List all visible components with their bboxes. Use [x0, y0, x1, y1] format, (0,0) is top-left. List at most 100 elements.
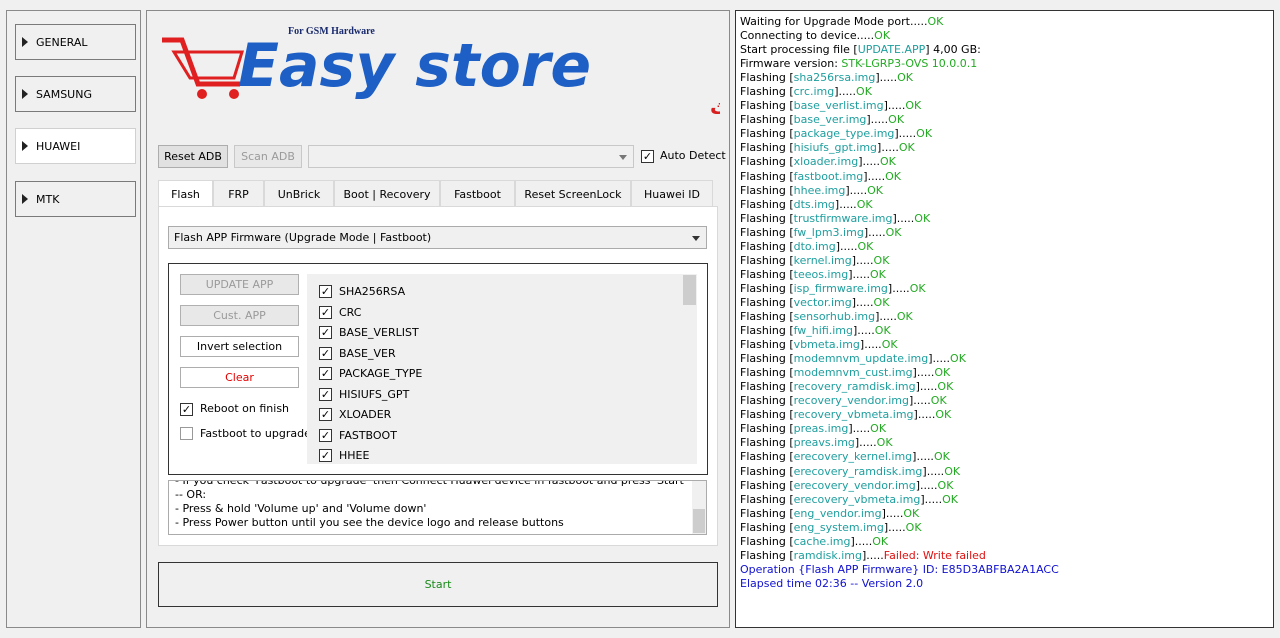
partition-label: BASE_VER	[339, 346, 396, 360]
nav-item-label: SAMSUNG	[36, 87, 92, 101]
log-line: Flashing [trustfirmware.img].....OK	[740, 211, 931, 225]
partition-label: HISIUFS_GPT	[339, 387, 410, 401]
checkmark-icon: ✓	[642, 150, 653, 163]
partition-item[interactable]: ✓ PACKAGE_TYPE	[319, 364, 422, 382]
tab-bar: Flash FRP UnBrick Boot | Recovery Fastbo…	[158, 180, 718, 208]
expand-arrow-icon	[22, 89, 28, 99]
log-line: Operation {Flash APP Firmware} ID: E85D3…	[740, 562, 1059, 576]
nav-item-label: MTK	[36, 192, 60, 206]
partition-checkbox[interactable]: ✓	[319, 387, 332, 401]
partition-item[interactable]: ✓ HISIUFS_GPT	[319, 385, 409, 403]
auto-detect-label: Auto Detect	[660, 149, 726, 162]
log-line: Flashing [modemnvm_cust.img].....OK	[740, 366, 951, 380]
log-line: Flashing [preas.img].....OK	[740, 422, 887, 436]
log-line: Flashing [recovery_vbmeta.img].....OK	[740, 408, 952, 422]
invert-selection-button[interactable]: Invert selection	[180, 336, 299, 357]
nav-item-label: HUAWEI	[36, 139, 81, 153]
tab-boot-recovery[interactable]: Boot | Recovery	[334, 180, 440, 207]
app-window: GENERAL SAMSUNG HUAWEI MTK For GSM Hardw…	[0, 0, 1280, 638]
partition-item[interactable]: ✓ XLOADER	[319, 405, 391, 423]
log-line: Flashing [base_ver.img].....OK	[740, 113, 905, 127]
port-select[interactable]	[308, 145, 634, 168]
tab-reset-screenlock[interactable]: Reset ScreenLock	[515, 180, 631, 207]
log-line: Flashing [cache.img].....OK	[740, 534, 889, 548]
cust-app-button[interactable]: Cust. APP	[180, 305, 299, 326]
log-line: Flashing [vbmeta.img].....OK	[740, 338, 898, 352]
log-line: Flashing [sensorhub.img].....OK	[740, 309, 913, 323]
instruction-line: - Press & hold 'Volume up' and 'Volume d…	[175, 502, 427, 515]
log-line: Flashing [teeos.img].....OK	[740, 267, 886, 281]
log-line: Flashing [fw_lpm3.img].....OK	[740, 225, 902, 239]
partition-checkbox[interactable]: ✓	[319, 284, 332, 298]
log-line: Flashing [eng_vendor.img].....OK	[740, 506, 920, 520]
reboot-on-finish-checkbox[interactable]: ✓	[180, 403, 193, 416]
instructions-box: - If you check 'Fastboot to upgrade' the…	[168, 480, 707, 535]
instruction-line: - Press Power button until you see the d…	[175, 516, 564, 529]
partition-item[interactable]: ✓ BASE_VER	[319, 344, 396, 362]
partition-label: SHA256RSA	[339, 284, 406, 298]
nav-item-general[interactable]: GENERAL	[15, 24, 136, 60]
nav-item-samsung[interactable]: SAMSUNG	[15, 76, 136, 112]
tab-frp[interactable]: FRP	[213, 180, 264, 207]
log-line: Waiting for Upgrade Mode port.....OK	[740, 15, 944, 28]
partition-checkbox[interactable]: ✓	[319, 325, 332, 339]
partition-item[interactable]: ✓ FASTBOOT	[319, 426, 397, 444]
nav-item-label: GENERAL	[36, 35, 88, 49]
log-line: Flashing [erecovery_vendor.img].....OK	[740, 478, 954, 492]
partition-label: PACKAGE_TYPE	[339, 366, 423, 380]
log-line: Flashing [crc.img].....OK	[740, 85, 872, 99]
partition-item[interactable]: ✓ BASE_VERLIST	[319, 323, 419, 341]
log-line: Flashing [fastboot.img].....OK	[740, 169, 901, 183]
clear-button[interactable]: Clear	[180, 367, 299, 388]
log-line: Flashing [ramdisk.img].....Failed: Write…	[740, 548, 986, 562]
flash-mode-value: Flash APP Firmware (Upgrade Mode | Fastb…	[174, 231, 432, 244]
fastboot-to-upgrade-label: Fastboot to upgrade	[200, 427, 311, 440]
scan-adb-button[interactable]: Scan ADB	[234, 145, 302, 168]
reset-adb-button[interactable]: Reset ADB	[158, 145, 228, 168]
nav-item-mtk[interactable]: MTK	[15, 181, 136, 217]
log-line: Flashing [recovery_ramdisk.img].....OK	[740, 380, 954, 394]
partition-checkbox[interactable]: ✓	[319, 448, 332, 462]
auto-detect-checkbox[interactable]: ✓	[641, 150, 654, 163]
partition-checkbox[interactable]: ✓	[319, 366, 332, 380]
brand-nav: GENERAL SAMSUNG HUAWEI MTK	[6, 10, 141, 628]
log-line: Flashing [recovery_vendor.img].....OK	[740, 394, 947, 408]
log-line: Flashing [dto.img].....OK	[740, 239, 874, 253]
scrollbar-thumb[interactable]	[683, 275, 696, 305]
partition-item[interactable]: ✓ HHEE	[319, 446, 369, 464]
partition-checkbox[interactable]: ✓	[319, 346, 332, 360]
chevron-down-icon	[692, 235, 700, 241]
tab-fastboot[interactable]: Fastboot	[440, 180, 515, 207]
flash-mode-select[interactable]: Flash APP Firmware (Upgrade Mode | Fastb…	[168, 226, 707, 249]
partition-checkbox[interactable]: ✓	[319, 305, 332, 319]
log-line: Flashing [preavs.img].....OK	[740, 436, 893, 450]
fastboot-to-upgrade-checkbox[interactable]	[180, 427, 193, 440]
partition-checkbox[interactable]: ✓	[319, 407, 332, 421]
update-app-button[interactable]: UPDATE APP	[180, 274, 299, 295]
tab-huawei-id[interactable]: Huawei ID	[631, 180, 713, 207]
chevron-down-icon	[619, 154, 627, 160]
log-line: Flashing [erecovery_vbmeta.img].....OK	[740, 492, 958, 506]
log-line: Flashing [base_verlist.img].....OK	[740, 99, 922, 113]
log-line: Flashing [package_type.img].....OK	[740, 127, 933, 141]
partition-checkbox[interactable]: ✓	[319, 428, 332, 442]
log-line: Flashing [eng_system.img].....OK	[740, 520, 922, 534]
log-line: Flashing [erecovery_kernel.img].....OK	[740, 450, 950, 464]
partition-item[interactable]: ✓ CRC	[319, 303, 361, 321]
nav-item-huawei[interactable]: HUAWEI	[15, 128, 136, 164]
log-line: Flashing [xloader.img].....OK	[740, 155, 896, 169]
partition-label: BASE_VERLIST	[339, 325, 419, 339]
tab-flash[interactable]: Flash	[158, 180, 213, 208]
log-line: Connecting to device.....OK	[740, 29, 891, 43]
tab-unbrick[interactable]: UnBrick	[264, 180, 334, 207]
partition-label: FASTBOOT	[339, 428, 397, 442]
start-button[interactable]: Start	[158, 562, 718, 607]
partition-list: ✓ SHA256RSA ✓ CRC ✓ BASE_VERLIST ✓ BASE_VER …	[307, 274, 697, 464]
expand-arrow-icon	[22, 37, 28, 47]
instructions-scrollbar[interactable]	[692, 481, 706, 534]
partition-item[interactable]: ✓ SHA256RSA	[319, 282, 405, 300]
log-line: Flashing [sha256rsa.img].....OK	[740, 71, 913, 85]
scrollbar-thumb[interactable]	[693, 509, 705, 533]
log-line: Flashing [fw_hifi.img].....OK	[740, 324, 891, 338]
partition-list-scrollbar[interactable]	[682, 274, 697, 464]
